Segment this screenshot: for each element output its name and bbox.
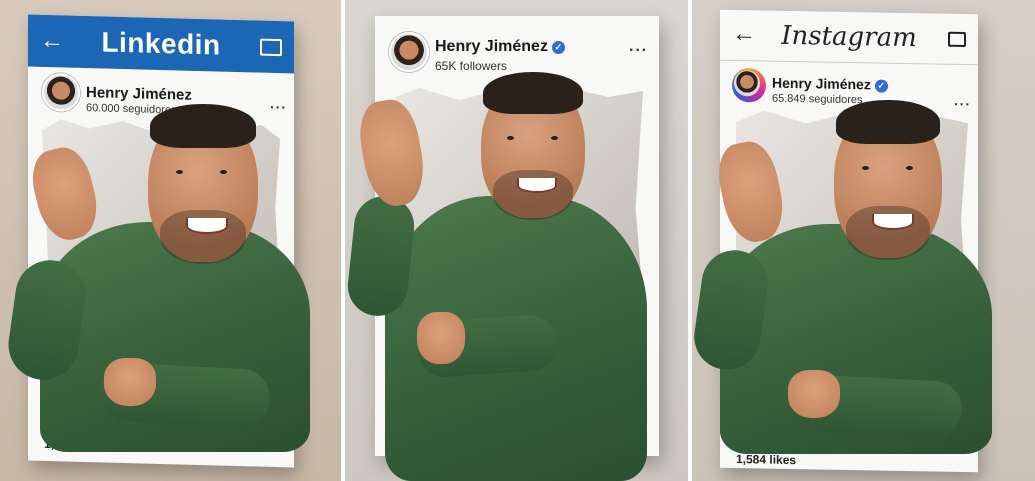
- instagram-header: ← Instagram: [720, 9, 978, 66]
- like-label: Like: [411, 434, 435, 450]
- comment-icon[interactable]: [74, 412, 92, 430]
- profile-name[interactable]: Henry Jiménez: [86, 84, 192, 104]
- share-button[interactable]: Share: [588, 433, 647, 451]
- avatar[interactable]: [732, 67, 766, 103]
- share-icon: [590, 435, 606, 448]
- avatar-image: [734, 69, 760, 97]
- share-label: Share: [612, 434, 647, 450]
- more-options-icon[interactable]: ···: [954, 96, 971, 112]
- reaction-bar: [44, 411, 122, 431]
- share-icon[interactable]: [104, 413, 122, 431]
- more-options-icon[interactable]: ···: [629, 42, 648, 60]
- verified-badge-icon: ✓: [551, 41, 565, 54]
- instagram-panel: ← Instagram Henry Jiménez ✓ 65.849 seguid…: [692, 0, 1035, 481]
- likes-count: 1.584 likes: [387, 396, 445, 410]
- linkedin-header: ← Linkedin: [28, 14, 294, 74]
- heart-icon[interactable]: [44, 411, 62, 429]
- profile-name[interactable]: Henry Jiménez ✓: [435, 38, 565, 56]
- profile-name-text: Henry Jiménez: [772, 74, 871, 93]
- comment-label: Comment: [495, 434, 552, 450]
- mail-icon[interactable]: [948, 31, 966, 48]
- comment-icon: [473, 435, 488, 450]
- linkedin-panel: ← Linkedin Henry Jiménez 60.000 seguidor…: [0, 0, 341, 481]
- facebook-post-frame: Henry Jiménez ✓ 65K followers ··· 1.584 l…: [375, 16, 659, 456]
- avatar[interactable]: [389, 32, 429, 72]
- more-options-icon[interactable]: ···: [270, 99, 287, 115]
- linkedin-logo-text: Linkedin: [101, 26, 221, 61]
- heart-icon[interactable]: [736, 428, 754, 446]
- reaction-bar: [736, 428, 814, 448]
- mail-icon[interactable]: [260, 38, 282, 57]
- avatar[interactable]: [42, 72, 80, 112]
- verified-badge-icon: ✓: [874, 79, 888, 93]
- follower-count: 60.000 seguidores: [86, 102, 177, 117]
- linkedin-post-frame: ← Linkedin Henry Jiménez 60.000 seguidor…: [28, 14, 294, 468]
- torn-photo-area: [42, 119, 280, 403]
- follower-count: 65K followers: [435, 59, 508, 73]
- likes-count: 1,584 likes: [44, 436, 105, 453]
- instagram-logo-text: Instagram: [781, 20, 917, 54]
- torn-photo-area: [736, 110, 968, 414]
- like-button[interactable]: Like: [387, 433, 435, 451]
- comment-button[interactable]: Comment: [471, 433, 552, 451]
- comment-icon[interactable]: [766, 429, 784, 447]
- profile-name-text: Henry Jiménez: [435, 38, 548, 55]
- profile-name[interactable]: Henry Jiménez ✓: [772, 75, 888, 93]
- likes-count: 1,584 likes: [736, 452, 797, 468]
- send-icon[interactable]: [796, 429, 814, 448]
- follower-count: 65.849 seguidores: [772, 92, 863, 107]
- thumbs-up-icon: [388, 434, 403, 449]
- instagram-post-frame: ← Instagram Henry Jiménez ✓ 65.849 seguid…: [720, 9, 978, 473]
- post-action-bar: Like Comment Share: [387, 422, 647, 451]
- torn-photo-area: [395, 88, 643, 388]
- facebook-panel: Henry Jiménez ✓ 65K followers ··· 1.584 l…: [345, 0, 688, 481]
